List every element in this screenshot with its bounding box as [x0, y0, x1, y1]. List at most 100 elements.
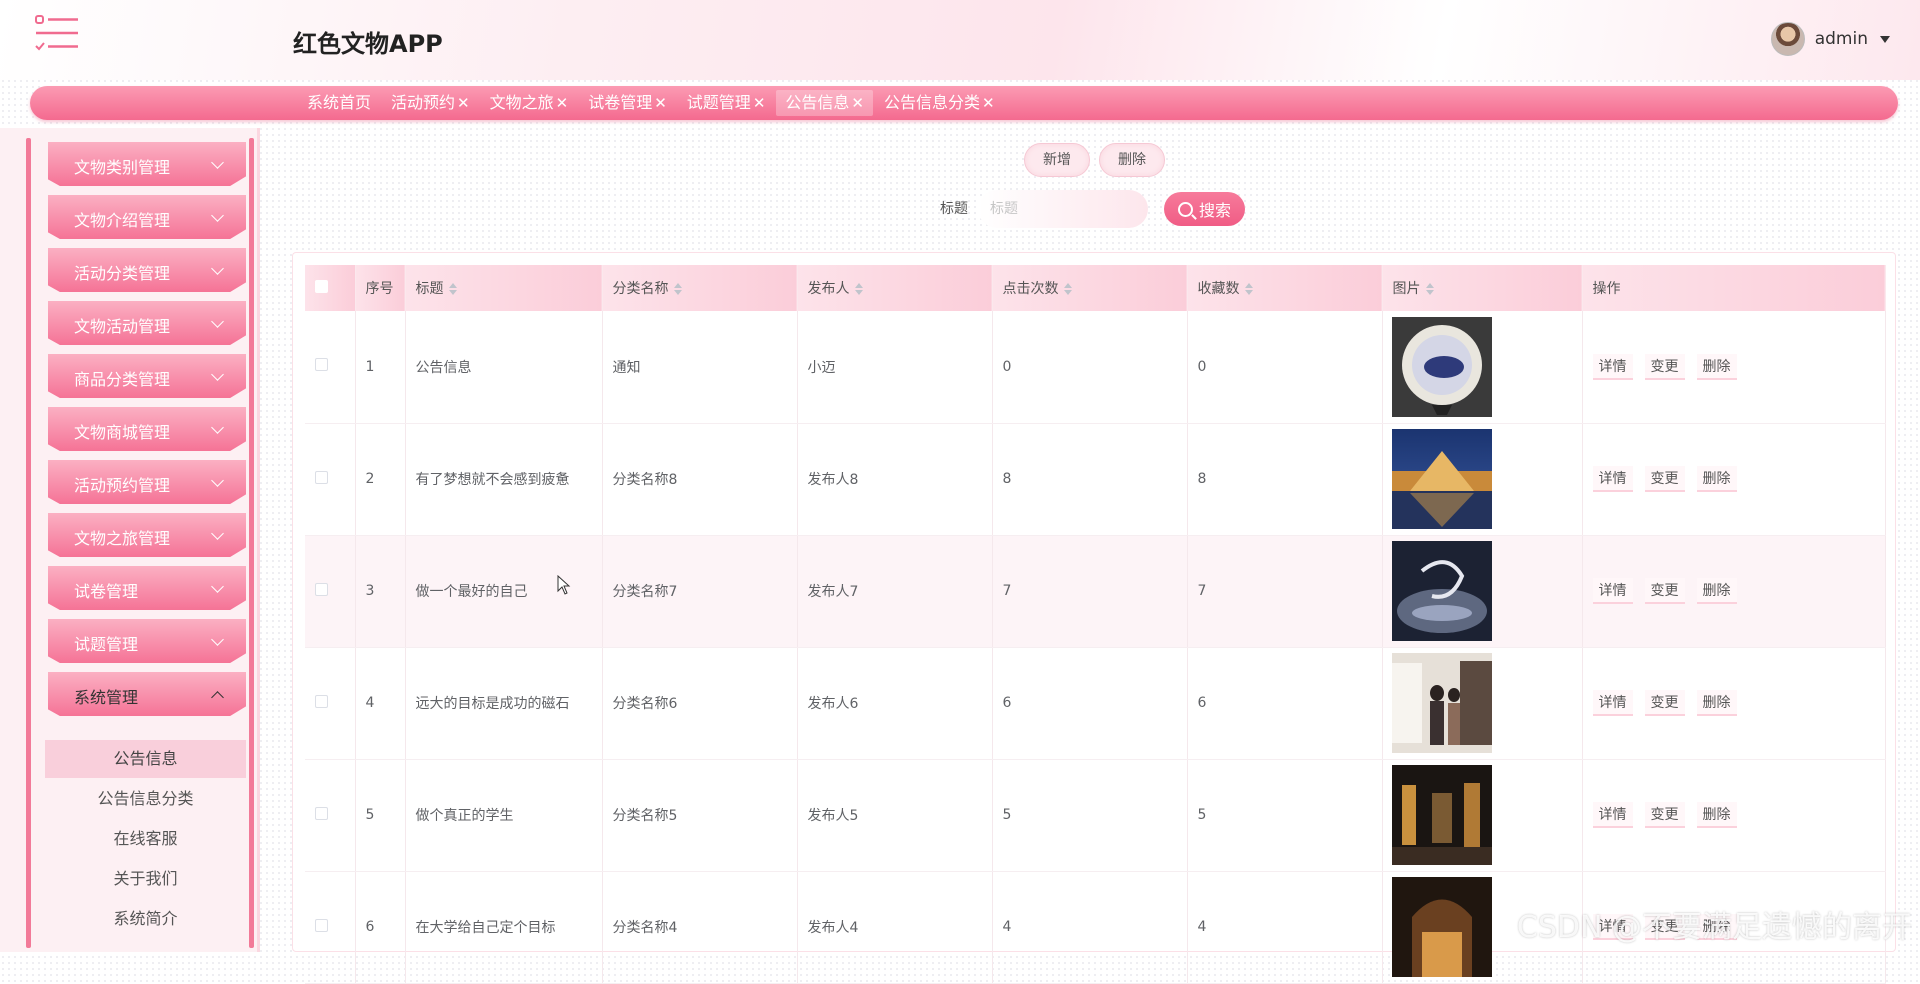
sidebar-item-relic-shop[interactable]: 文物商城管理	[48, 407, 246, 451]
column-header-title[interactable]: 标题	[405, 265, 603, 311]
tab-activity-booking[interactable]: 活动预约 ✕	[382, 90, 479, 116]
row-delete-button[interactable]: 删除	[1696, 466, 1737, 492]
add-button[interactable]: 新增	[1024, 143, 1090, 177]
sidebar-item-relic-intro[interactable]: 文物介绍管理	[48, 195, 246, 239]
sidebar-item-question[interactable]: 试题管理	[48, 619, 246, 663]
cell-image	[1382, 423, 1583, 536]
sidebar-item-exam-paper[interactable]: 试卷管理	[48, 566, 246, 610]
column-header-category[interactable]: 分类名称	[602, 265, 798, 311]
tab-notice[interactable]: 公告信息 ✕	[776, 90, 873, 116]
row-checkbox[interactable]	[315, 694, 328, 708]
search-icon	[1177, 201, 1193, 217]
row-delete-button[interactable]: 删除	[1696, 802, 1737, 828]
cell-actions: 详情 变更 删除	[1582, 535, 1886, 648]
cell-category: 分类名称8	[602, 423, 798, 536]
column-header-no: 序号	[355, 265, 406, 311]
thumbnail-gallery-arch[interactable]	[1391, 877, 1492, 977]
thumbnail-porcelain-plate[interactable]	[1391, 316, 1492, 417]
delete-button[interactable]: 删除	[1099, 143, 1165, 177]
column-header-favorites[interactable]: 收藏数	[1187, 265, 1383, 311]
tab-exam-paper[interactable]: 试卷管理 ✕	[579, 90, 676, 116]
cell-no: 1	[355, 311, 406, 424]
cell-title: 在大学给自己定个目标	[405, 871, 603, 984]
close-icon[interactable]: ✕	[654, 94, 667, 112]
cell-no: 2	[355, 423, 406, 536]
close-icon[interactable]: ✕	[556, 94, 569, 112]
thumbnail-display-case[interactable]	[1391, 541, 1492, 641]
chevron-down-icon	[211, 527, 224, 540]
search-button[interactable]: 搜索	[1164, 192, 1245, 226]
tab-notice-category[interactable]: 公告信息分类 ✕	[875, 90, 1004, 116]
user-menu[interactable]: admin	[1770, 22, 1890, 56]
chevron-down-icon	[211, 421, 224, 434]
detail-button[interactable]: 详情	[1592, 578, 1633, 604]
sidebar-subitem-notice-category[interactable]: 公告信息分类	[45, 780, 246, 818]
close-icon[interactable]: ✕	[851, 94, 864, 112]
cell-clicks: 0	[992, 311, 1188, 424]
sort-icon[interactable]	[1425, 283, 1434, 295]
sidebar-subitem-online-service[interactable]: 在线客服	[45, 820, 246, 858]
tab-question[interactable]: 试题管理 ✕	[678, 90, 775, 116]
edit-button[interactable]: 变更	[1644, 690, 1685, 716]
sidebar-item-label: 文物类别管理	[74, 158, 171, 177]
cell-image	[1382, 647, 1583, 760]
edit-button[interactable]: 变更	[1644, 466, 1685, 492]
detail-button[interactable]: 详情	[1592, 466, 1633, 492]
sort-icon[interactable]	[448, 283, 457, 295]
tab-relic-tour[interactable]: 文物之旅 ✕	[481, 90, 578, 116]
thumbnail-glass-pyramid[interactable]	[1391, 429, 1492, 529]
detail-button[interactable]: 详情	[1592, 353, 1633, 380]
select-all-checkbox[interactable]	[315, 279, 328, 293]
sidebar-subitem-notice[interactable]: 公告信息	[45, 740, 246, 778]
caret-down-icon[interactable]	[1880, 35, 1890, 43]
tab-home[interactable]: 系统首页	[298, 90, 380, 116]
sidebar-item-system[interactable]: 系统管理	[48, 672, 246, 716]
detail-button[interactable]: 详情	[1592, 802, 1633, 828]
sidebar-item-relic-category[interactable]: 文物类别管理	[48, 142, 246, 186]
sidebar-item-goods-category[interactable]: 商品分类管理	[48, 354, 246, 398]
sidebar-item-activity-booking[interactable]: 活动预约管理	[48, 460, 246, 504]
row-checkbox[interactable]	[315, 358, 328, 372]
edit-button[interactable]: 变更	[1644, 353, 1685, 380]
search-input[interactable]	[978, 190, 1148, 228]
cell-image	[1382, 535, 1583, 648]
sidebar-item-relic-activity[interactable]: 文物活动管理	[48, 301, 246, 345]
thumbnail-museum-visitors[interactable]	[1391, 653, 1492, 753]
close-icon[interactable]: ✕	[753, 94, 766, 112]
row-checkbox[interactable]	[315, 582, 328, 596]
sort-icon[interactable]	[673, 283, 682, 295]
edit-button[interactable]: 变更	[1644, 802, 1685, 828]
tab-label: 公告信息分类	[883, 93, 980, 112]
cell-category: 通知	[602, 311, 798, 424]
edit-button[interactable]: 变更	[1644, 578, 1685, 604]
menu-list-icon[interactable]	[34, 14, 80, 54]
sidebar-item-relic-tour[interactable]: 文物之旅管理	[48, 513, 246, 557]
row-checkbox[interactable]	[315, 918, 328, 932]
row-delete-button[interactable]: 删除	[1696, 353, 1737, 380]
notice-table: 序号 标题 分类名称 发布人 点击次数 收藏数 图片 操作 1 公告信息 通知 …	[305, 265, 1886, 984]
sort-icon[interactable]	[1244, 283, 1253, 295]
close-icon[interactable]: ✕	[457, 94, 470, 112]
cell-actions: 详情 变更 删除	[1582, 759, 1886, 872]
sort-icon[interactable]	[854, 283, 863, 295]
user-name[interactable]: admin	[1815, 29, 1868, 49]
row-checkbox[interactable]	[315, 806, 328, 820]
column-header-publisher[interactable]: 发布人	[797, 265, 993, 311]
row-delete-button[interactable]: 删除	[1696, 578, 1737, 604]
column-header-clicks[interactable]: 点击次数	[992, 265, 1188, 311]
cell-title: 做一个最好的自己	[405, 535, 603, 648]
cell-publisher: 小迈	[797, 311, 993, 424]
sort-icon[interactable]	[1063, 283, 1072, 295]
table-header-row: 序号 标题 分类名称 发布人 点击次数 收藏数 图片 操作	[305, 265, 1886, 311]
row-checkbox[interactable]	[315, 470, 328, 484]
sidebar-subitem-about-us[interactable]: 关于我们	[45, 860, 246, 898]
thumbnail-exhibition-hall[interactable]	[1391, 765, 1492, 865]
close-icon[interactable]: ✕	[982, 94, 995, 112]
row-delete-button[interactable]: 删除	[1696, 690, 1737, 716]
sidebar-subitem-system-intro[interactable]: 系统简介	[45, 900, 246, 938]
detail-button[interactable]: 详情	[1592, 690, 1633, 716]
column-header-image[interactable]: 图片	[1382, 265, 1583, 311]
sidebar-item-activity-category[interactable]: 活动分类管理	[48, 248, 246, 292]
avatar[interactable]	[1770, 22, 1805, 56]
cell-favorites: 5	[1187, 759, 1383, 872]
